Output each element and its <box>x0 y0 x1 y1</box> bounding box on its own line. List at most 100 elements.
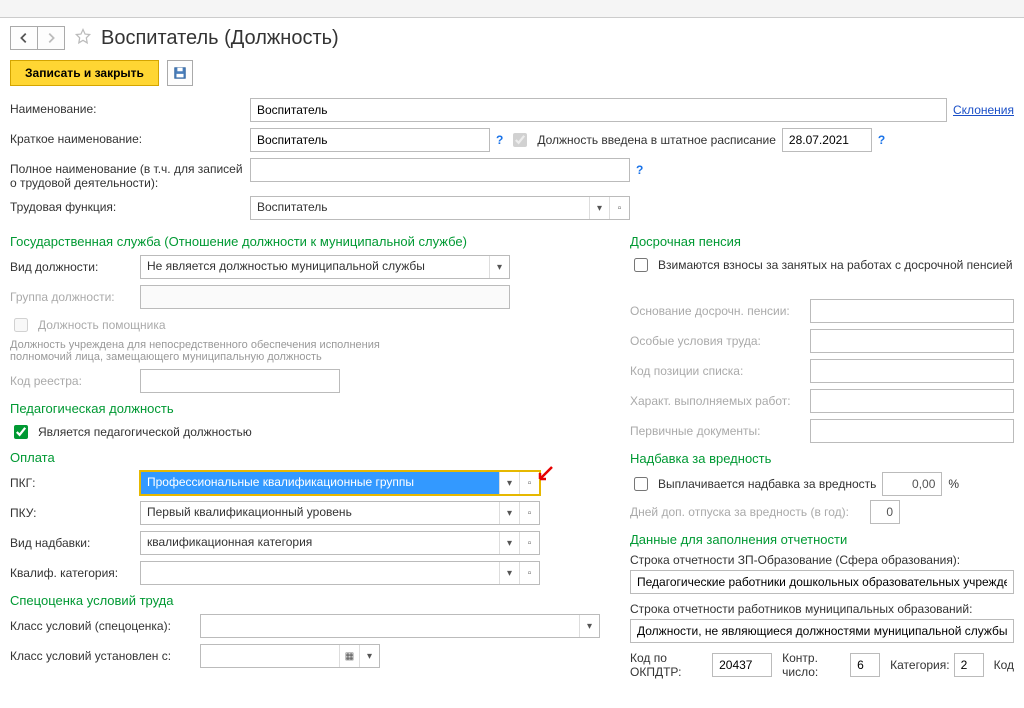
allowance-kind-label: Вид надбавки: <box>10 536 140 550</box>
report-line-mun-input[interactable] <box>630 619 1014 643</box>
sout-class-combo[interactable]: ▾ <box>200 614 600 638</box>
pension-contrib-checkbox[interactable] <box>634 258 648 272</box>
hazard-pct-label: % <box>948 477 959 491</box>
window: Воспитатель (Должность) Записать и закры… <box>0 0 1024 695</box>
check-num-label: Контр. число: <box>782 651 846 679</box>
list-pos-input <box>810 359 1014 383</box>
is-ped-label: Является педагогической должностью <box>38 425 252 439</box>
ped-heading: Педагогическая должность <box>10 401 600 416</box>
allowance-kind-combo[interactable]: квалификационная категория ▾ ▫ <box>140 531 540 555</box>
calendar-button[interactable]: ▦ <box>339 645 359 667</box>
position-kind-value: Не является должностью муниципальной слу… <box>141 256 489 278</box>
sout-class-set-date[interactable]: ▦ ▾ <box>200 644 380 668</box>
helper-position-checkbox <box>14 318 28 332</box>
pension-heading: Досрочная пенсия <box>630 234 1014 249</box>
hazard-paid-checkbox[interactable] <box>634 477 648 491</box>
pkg-label: ПКГ: <box>10 476 140 490</box>
nav-forward-button[interactable] <box>37 26 65 50</box>
pku-value: Первый квалификационный уровень <box>141 502 499 524</box>
report-line-edu-label: Строка отчетности ЗП-Образование (Сфера … <box>630 553 1014 567</box>
dropdown-button[interactable]: ▾ <box>359 645 379 667</box>
position-group-combo <box>140 285 510 309</box>
list-pos-label: Код позиции списка: <box>630 364 810 378</box>
hazard-paid-label: Выплачивается надбавка за вредность <box>658 477 876 491</box>
name-input[interactable] <box>250 98 947 122</box>
nav-back-button[interactable] <box>10 26 38 50</box>
open-button[interactable]: ▫ <box>519 472 539 494</box>
dropdown-button[interactable]: ▾ <box>589 197 609 219</box>
category-input[interactable] <box>954 653 984 677</box>
pku-combo[interactable]: Первый квалификационный уровень ▾ ▫ <box>140 501 540 525</box>
check-num-input[interactable] <box>850 653 880 677</box>
short-name-input[interactable] <box>250 128 490 152</box>
toolbar: Записать и закрыть <box>10 60 1014 86</box>
save-button[interactable] <box>167 60 193 86</box>
hazard-heading: Надбавка за вредность <box>630 451 1014 466</box>
open-button[interactable]: ▫ <box>519 562 539 584</box>
work-char-label: Характ. выполняемых работ: <box>630 394 810 408</box>
hazard-extra-days-input <box>870 500 900 524</box>
sout-class-set-label: Класс условий установлен с: <box>10 649 200 663</box>
open-button[interactable]: ▫ <box>609 197 629 219</box>
arrow-left-icon <box>17 31 31 45</box>
position-kind-label: Вид должности: <box>10 260 140 274</box>
full-name-label: Полное наименование (в т.ч. для записей … <box>10 158 250 190</box>
pension-basis-input <box>810 299 1014 323</box>
labor-func-combo[interactable]: Воспитатель ▾ ▫ <box>250 196 630 220</box>
save-close-button[interactable]: Записать и закрыть <box>10 60 159 86</box>
allowance-kind-value: квалификационная категория <box>141 532 499 554</box>
special-cond-label: Особые условия труда: <box>630 334 810 348</box>
favorite-toggle[interactable] <box>73 27 93 50</box>
pension-contrib-label: Взимаются взносы за занятых на работах с… <box>658 258 1013 272</box>
code-label: Код <box>994 658 1014 672</box>
short-name-label: Краткое наименование: <box>10 128 250 146</box>
is-ped-checkbox[interactable] <box>14 425 28 439</box>
position-kind-combo[interactable]: Не является должностью муниципальной слу… <box>140 255 510 279</box>
hazard-extra-days-label: Дней доп. отпуска за вредность (в год): <box>630 505 870 519</box>
hazard-value-input <box>882 472 942 496</box>
sout-class-label: Класс условий (спецоценка): <box>10 619 200 633</box>
pension-basis-label: Основание досрочн. пенсии: <box>630 304 810 318</box>
qual-category-combo[interactable]: ▾ ▫ <box>140 561 540 585</box>
open-button[interactable]: ▫ <box>519 532 539 554</box>
declensions-link[interactable]: Склонения <box>953 103 1014 117</box>
page-title: Воспитатель (Должность) <box>101 27 339 50</box>
position-group-label: Группа должности: <box>10 290 140 304</box>
in-staff-checkbox <box>513 133 527 147</box>
labor-func-label: Трудовая функция: <box>10 196 250 214</box>
primary-docs-label: Первичные документы: <box>630 424 810 438</box>
full-name-help[interactable]: ? <box>636 163 643 177</box>
open-button[interactable]: ▫ <box>519 502 539 524</box>
short-name-help[interactable]: ? <box>496 133 503 147</box>
star-icon <box>73 27 93 47</box>
pkg-value: Профессиональные квалификационные группы <box>141 472 499 494</box>
tab-strip <box>0 0 1024 18</box>
dropdown-button[interactable]: ▾ <box>499 502 519 524</box>
dropdown-button[interactable]: ▾ <box>499 472 519 494</box>
in-staff-label: Должность введена в штатное расписание <box>537 133 776 147</box>
pku-label: ПКУ: <box>10 506 140 520</box>
primary-docs-input <box>810 419 1014 443</box>
report-line-edu-input[interactable] <box>630 570 1014 594</box>
qual-category-label: Квалиф. категория: <box>10 566 140 580</box>
dropdown-button[interactable]: ▾ <box>499 532 519 554</box>
report-heading: Данные для заполнения отчетности <box>630 532 1014 547</box>
helper-position-label: Должность помощника <box>38 318 166 332</box>
staff-date-help[interactable]: ? <box>878 133 885 147</box>
helper-position-desc: Должность учреждена для непосредственног… <box>10 339 410 363</box>
dropdown-button[interactable]: ▾ <box>579 615 599 637</box>
sout-heading: Спецоценка условий труда <box>10 593 600 608</box>
full-name-input[interactable] <box>250 158 630 182</box>
dropdown-button[interactable]: ▾ <box>489 256 509 278</box>
okpdtr-input[interactable] <box>712 653 772 677</box>
registry-code-label: Код реестра: <box>10 374 140 388</box>
title-bar: Воспитатель (Должность) <box>10 18 1014 60</box>
staff-date-input[interactable] <box>782 128 872 152</box>
name-label: Наименование: <box>10 98 250 116</box>
floppy-icon <box>173 66 187 80</box>
pkg-combo[interactable]: Профессиональные квалификационные группы… <box>140 471 540 495</box>
dropdown-button[interactable]: ▾ <box>499 562 519 584</box>
special-cond-input <box>810 329 1014 353</box>
labor-func-value: Воспитатель <box>251 197 589 219</box>
arrow-right-icon <box>44 31 58 45</box>
